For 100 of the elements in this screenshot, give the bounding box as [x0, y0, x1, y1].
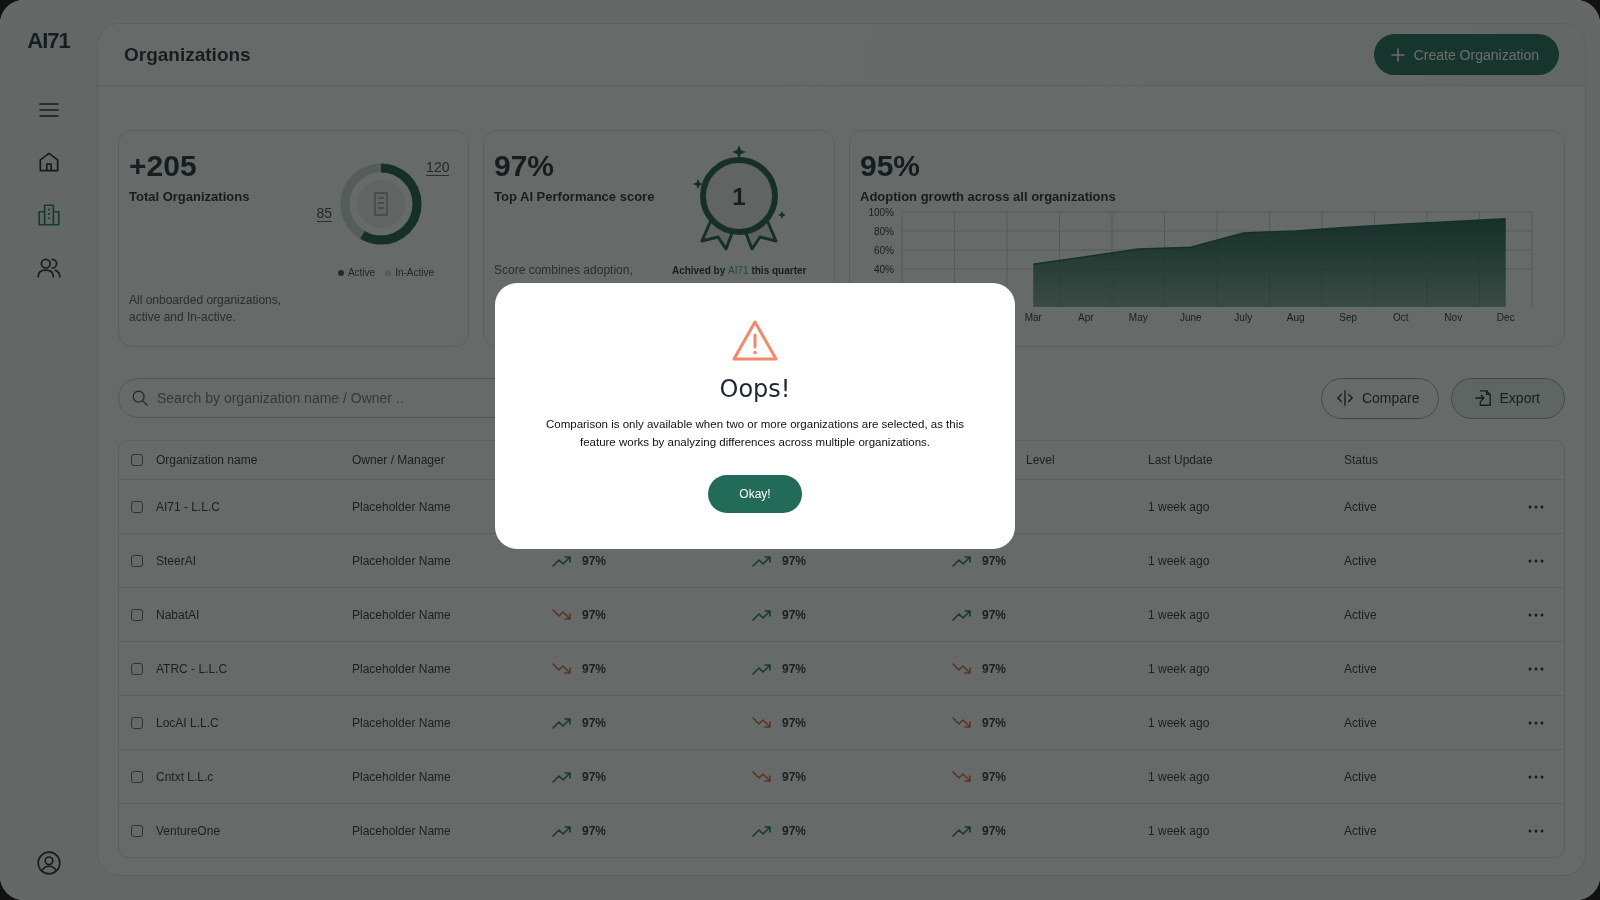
owner-name: Placeholder Name [352, 499, 452, 514]
status-text: Active [1344, 607, 1378, 622]
metric-value: 97% [582, 553, 607, 568]
y-tick-label: 40% [874, 263, 894, 275]
metric-value: 97% [582, 823, 607, 838]
trend-up-icon [752, 823, 772, 838]
organization-name: ATRC - L.L.C [156, 661, 229, 676]
last-update: 1 week ago [1148, 607, 1211, 622]
last-update: 1 week ago [1148, 499, 1211, 514]
stat-description: All onboarded organizations, active and In-active. [129, 292, 283, 326]
owner-name: Placeholder Name [352, 823, 452, 838]
more-icon[interactable] [1528, 774, 1544, 779]
metric-value: 97% [582, 607, 607, 622]
metric-value: 97% [582, 769, 607, 784]
y-tick-label: 80% [874, 225, 894, 237]
logo: AI71 [27, 28, 70, 54]
owner-name: Placeholder Name [352, 661, 452, 676]
x-tick-label: Nov [1444, 312, 1463, 323]
x-tick-label: Oct [1392, 312, 1409, 323]
legend-dot [337, 269, 344, 276]
owner-name: Placeholder Name [352, 553, 452, 568]
page-title: Organizations [124, 43, 251, 66]
organization-name: SteerAI [156, 553, 198, 568]
trend-down-icon [952, 769, 972, 784]
row-checkbox[interactable] [131, 500, 143, 513]
metric-value: 97% [782, 769, 807, 784]
more-icon[interactable] [1528, 720, 1544, 725]
dialog-title: Oops! [719, 375, 791, 403]
stat-value: 97% [494, 149, 556, 183]
more-icon[interactable] [1528, 504, 1544, 509]
metric-value: 97% [982, 553, 1007, 568]
y-tick-label: 60% [874, 244, 894, 256]
owner-name: Placeholder Name [352, 769, 452, 784]
x-tick-label: July [1234, 312, 1253, 323]
more-icon[interactable] [1528, 666, 1544, 671]
legend-label: Active [347, 267, 376, 278]
metric-value: 97% [582, 661, 607, 676]
row-checkbox[interactable] [131, 662, 143, 675]
stat-label: Total Organizations [129, 189, 251, 204]
trend-up-icon [552, 715, 572, 730]
stat-label: Adoption growth across all organizations [860, 189, 1117, 204]
profile-icon[interactable] [35, 850, 62, 876]
last-update: 1 week ago [1148, 769, 1211, 784]
row-checkbox[interactable] [131, 554, 143, 567]
row-checkbox[interactable] [131, 770, 143, 783]
owner-name: Placeholder Name [352, 715, 452, 730]
trend-up-icon [952, 553, 972, 568]
more-icon[interactable] [1528, 612, 1544, 617]
trend-down-icon [952, 715, 972, 730]
more-icon[interactable] [1528, 558, 1544, 563]
column-header: Level [1026, 453, 1055, 467]
plus-icon [1389, 46, 1406, 63]
metric-value: 97% [982, 607, 1007, 622]
organization-name: LocAI L.L.C [156, 715, 220, 730]
trend-down-icon [552, 661, 572, 676]
active-count: 120 [426, 159, 450, 176]
row-checkbox[interactable] [131, 824, 143, 837]
more-icon[interactable] [1528, 828, 1544, 833]
compare-icon [1335, 389, 1354, 407]
x-tick-label: June [1179, 312, 1202, 323]
status-text: Active [1344, 823, 1378, 838]
metric-value: 97% [782, 823, 807, 838]
metric-value: 97% [782, 661, 807, 676]
owner-name: Placeholder Name [352, 607, 452, 622]
organization-name: AI71 - L.L.C [156, 499, 222, 514]
select-all-checkbox[interactable] [131, 454, 143, 466]
row-checkbox[interactable] [131, 608, 143, 621]
status-text: Active [1344, 661, 1378, 676]
trend-up-icon [752, 661, 772, 676]
row-checkbox[interactable] [131, 716, 143, 729]
search-icon [131, 389, 149, 407]
status-text: Active [1344, 499, 1378, 514]
stat-value: +205 [129, 149, 198, 183]
column-header: Status [1344, 453, 1380, 467]
metric-value: 97% [982, 715, 1007, 730]
organization-name: VentureOne [156, 823, 222, 838]
create-organization-button[interactable]: Create Organization [1373, 34, 1559, 75]
x-tick-label: May [1128, 312, 1148, 323]
organization-name: Cntxt L.L.c [156, 769, 215, 784]
status-text: Active [1344, 553, 1378, 568]
warning-icon [731, 319, 779, 363]
column-header: Organization name [156, 453, 259, 467]
x-tick-label: Dec [1496, 312, 1515, 323]
trend-up-icon [552, 769, 572, 784]
export-button[interactable]: Export [1450, 377, 1565, 419]
stat-description: Score combines adoption, [494, 262, 634, 279]
x-tick-label: Aug [1286, 312, 1305, 323]
trend-up-icon [552, 553, 572, 568]
last-update: 1 week ago [1148, 553, 1211, 568]
trend-up-icon [952, 607, 972, 622]
trend-down-icon [552, 607, 572, 622]
stat-label: Top AI Performance score [494, 189, 655, 204]
x-tick-label: Mar [1024, 312, 1042, 323]
x-tick-label: Sep [1339, 312, 1358, 323]
metric-value: 97% [582, 715, 607, 730]
okay-button[interactable]: Okay! [708, 475, 802, 513]
y-tick-label: 100% [868, 206, 894, 218]
metric-value: 97% [782, 607, 807, 622]
trend-up-icon [952, 823, 972, 838]
metric-value: 97% [782, 715, 807, 730]
